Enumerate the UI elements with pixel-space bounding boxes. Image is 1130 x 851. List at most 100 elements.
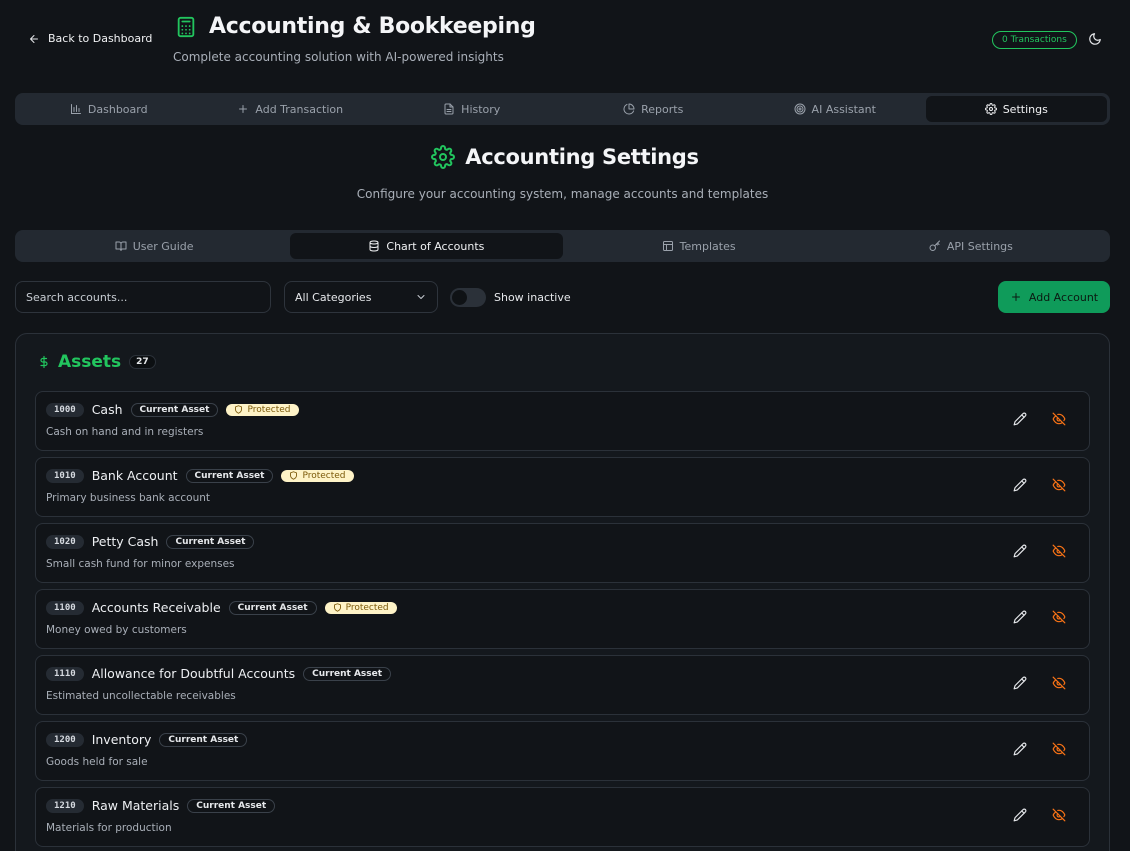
- edit-account-button[interactable]: [1013, 742, 1027, 756]
- deactivate-account-button[interactable]: [1052, 412, 1066, 426]
- deactivate-account-button[interactable]: [1052, 478, 1066, 492]
- eye-off-icon: [1052, 478, 1066, 492]
- account-name: Petty Cash: [91, 534, 159, 549]
- tab-ai-assistant[interactable]: AI Assistant: [744, 96, 926, 122]
- account-type-badge: Current Asset: [159, 732, 248, 747]
- eye-off-icon: [1052, 610, 1066, 624]
- tab-label: API Settings: [946, 239, 1013, 253]
- account-name: Raw Materials: [91, 798, 180, 813]
- eye-off-icon: [1052, 412, 1066, 426]
- tab-api-settings[interactable]: API Settings: [835, 233, 1107, 259]
- protected-badge: Protected: [226, 403, 299, 416]
- protected-badge: Protected: [281, 469, 354, 482]
- app-subtitle: Complete accounting solution with AI-pow…: [173, 50, 504, 64]
- deactivate-account-button[interactable]: [1052, 808, 1066, 822]
- account-code: 1020: [46, 534, 84, 549]
- account-type-badge: Current Asset: [303, 666, 392, 681]
- plus-icon: [237, 103, 249, 115]
- shield-icon: [289, 471, 298, 480]
- edit-account-button[interactable]: [1013, 676, 1027, 690]
- settings-sub-nav: User Guide Chart of Accounts Templates A…: [15, 230, 1110, 262]
- theme-toggle-button[interactable]: [1088, 32, 1102, 46]
- gear-icon: [431, 145, 456, 169]
- account-row: 1100 Accounts Receivable Current Asset P…: [35, 589, 1090, 649]
- tab-chart-of-accounts[interactable]: Chart of Accounts: [290, 233, 563, 259]
- back-label: Back to Dashboard: [48, 32, 153, 45]
- tab-user-guide[interactable]: User Guide: [18, 233, 290, 259]
- settings-title: Accounting Settings: [465, 145, 699, 169]
- protected-label: Protected: [247, 404, 291, 415]
- book-icon: [115, 240, 127, 252]
- arrow-left-icon: [28, 33, 40, 45]
- assets-title: Assets: [58, 352, 122, 372]
- protected-badge: Protected: [324, 601, 397, 614]
- account-list: 1000 Cash Current Asset Protected Cash o…: [35, 391, 1090, 851]
- account-name: Cash: [91, 402, 123, 417]
- shield-icon: [333, 603, 342, 612]
- deactivate-account-button[interactable]: [1052, 742, 1066, 756]
- tab-templates[interactable]: Templates: [563, 233, 835, 259]
- deactivate-account-button[interactable]: [1052, 676, 1066, 690]
- pencil-icon: [1013, 676, 1027, 690]
- document-icon: [443, 103, 455, 115]
- account-code: 1210: [46, 798, 84, 813]
- protected-label: Protected: [302, 470, 346, 481]
- calculator-icon: [175, 15, 197, 39]
- account-row: 1000 Cash Current Asset Protected Cash o…: [35, 391, 1090, 451]
- search-input[interactable]: [15, 281, 271, 313]
- assets-panel: Assets 27 1000 Cash Current Asset Protec…: [15, 333, 1110, 851]
- edit-account-button[interactable]: [1013, 478, 1027, 492]
- settings-description: Configure your accounting system, manage…: [356, 187, 769, 201]
- edit-account-button[interactable]: [1013, 610, 1027, 624]
- tab-reports[interactable]: Reports: [563, 96, 745, 122]
- assets-count-badge: 27: [129, 355, 156, 369]
- edit-account-button[interactable]: [1013, 412, 1027, 426]
- pencil-icon: [1013, 412, 1027, 426]
- show-inactive-toggle[interactable]: [450, 288, 486, 307]
- app-title: Accounting & Bookkeeping: [209, 14, 536, 39]
- account-code: 1010: [46, 468, 84, 483]
- add-account-button[interactable]: Add Account: [998, 281, 1110, 313]
- tab-dashboard[interactable]: Dashboard: [18, 96, 200, 122]
- edit-account-button[interactable]: [1013, 544, 1027, 558]
- account-type-badge: Current Asset: [187, 798, 276, 813]
- tab-label: Reports: [641, 102, 684, 116]
- show-inactive-label: Show inactive: [494, 291, 571, 304]
- account-description: Small cash fund for minor expenses: [46, 558, 235, 570]
- category-select[interactable]: All Categories: [284, 281, 438, 313]
- shield-icon: [234, 405, 243, 414]
- target-icon: [794, 103, 806, 115]
- layout-icon: [662, 240, 674, 252]
- account-code: 1110: [46, 666, 84, 681]
- eye-off-icon: [1052, 544, 1066, 558]
- account-description: Estimated uncollectable receivables: [46, 690, 236, 702]
- account-name: Allowance for Doubtful Accounts: [91, 666, 296, 681]
- category-select-value: All Categories: [295, 290, 372, 304]
- pencil-icon: [1013, 544, 1027, 558]
- account-type-badge: Current Asset: [166, 534, 255, 549]
- deactivate-account-button[interactable]: [1052, 544, 1066, 558]
- account-row: 1200 Inventory Current Asset Goods held …: [35, 721, 1090, 781]
- tab-settings[interactable]: Settings: [925, 96, 1107, 122]
- account-name: Bank Account: [91, 468, 178, 483]
- pencil-icon: [1013, 742, 1027, 756]
- key-icon: [929, 240, 941, 252]
- deactivate-account-button[interactable]: [1052, 610, 1066, 624]
- add-account-label: Add Account: [1028, 290, 1099, 304]
- tab-label: User Guide: [132, 239, 194, 253]
- bar-chart-icon: [70, 103, 82, 115]
- tab-history[interactable]: History: [381, 96, 563, 122]
- edit-account-button[interactable]: [1013, 808, 1027, 822]
- account-row: 1010 Bank Account Current Asset Protecte…: [35, 457, 1090, 517]
- account-description: Materials for production: [46, 822, 172, 834]
- tab-add-transaction[interactable]: Add Transaction: [200, 96, 382, 122]
- chevron-down-icon: [415, 291, 427, 303]
- account-name: Accounts Receivable: [91, 600, 221, 615]
- back-to-dashboard-link[interactable]: Back to Dashboard: [28, 32, 152, 45]
- pencil-icon: [1013, 808, 1027, 822]
- database-icon: [368, 240, 380, 252]
- tab-label: Templates: [679, 239, 736, 253]
- protected-label: Protected: [345, 602, 389, 613]
- tab-label: AI Assistant: [811, 102, 876, 116]
- transactions-badge: 0 Transactions: [992, 31, 1077, 49]
